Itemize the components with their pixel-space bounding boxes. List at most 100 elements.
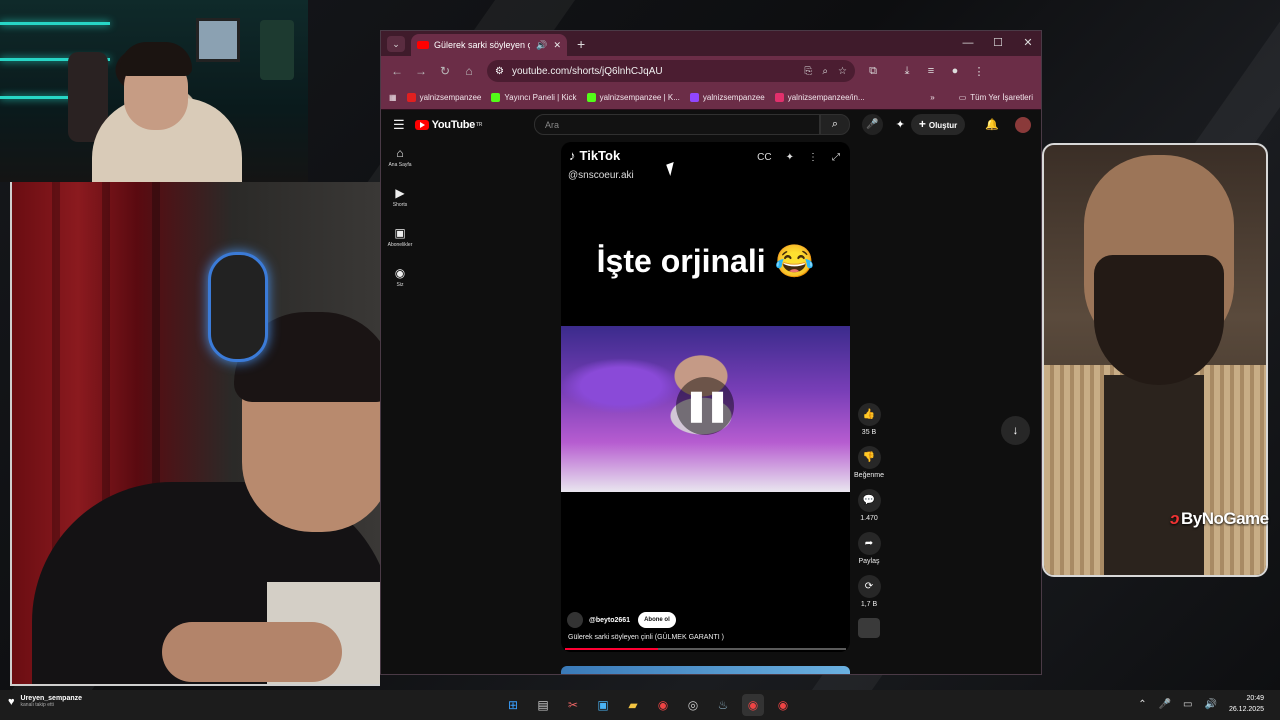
- tiktok-watermark: ♪ TikTok: [569, 148, 620, 163]
- speaker-icon[interactable]: 🔊: [536, 40, 547, 51]
- window-controls: — ☐ ✕: [953, 31, 1041, 56]
- arrow-down-icon: ↓: [1012, 423, 1019, 437]
- dislike-label: Beğenme: [854, 472, 884, 479]
- more-bookmarks-icon[interactable]: »: [930, 93, 934, 102]
- sidebar-item-subscriptions[interactable]: ▣ Abonelikler: [381, 226, 419, 248]
- ai-sparkle-icon[interactable]: ✦: [896, 118, 905, 131]
- bookmark-star-icon[interactable]: ☆: [838, 66, 847, 77]
- new-tab-button[interactable]: +: [577, 36, 585, 52]
- clock-time: 20:49: [1246, 695, 1264, 702]
- account-avatar[interactable]: [1015, 116, 1031, 133]
- create-button[interactable]: + Oluştur: [910, 114, 966, 135]
- comments-action[interactable]: 💬 1.470: [853, 489, 885, 522]
- url-text: youtube.com/shorts/jQ6lnhCJqAU: [511, 65, 663, 77]
- minimize-button[interactable]: —: [953, 31, 983, 56]
- bookmark-label: yalnizsempanzee/in...: [787, 93, 865, 102]
- twitch-favicon-icon: [689, 93, 699, 102]
- volume-icon[interactable]: 🔊: [1205, 699, 1217, 710]
- more-options-icon[interactable]: ⋮: [808, 152, 818, 163]
- photos-icon[interactable]: ▣: [592, 694, 614, 716]
- site-info-icon[interactable]: ⚙: [495, 66, 504, 77]
- bookmark-label: yalnizsempanzee: [702, 93, 765, 102]
- search-button[interactable]: ⌕: [820, 114, 850, 135]
- bookmark-item[interactable]: Yayıncı Paneli | Kick: [491, 93, 577, 102]
- tab-strip: ⌄ Gülerek sarki söyleyen çinli 🔊 ✕ + — ☐…: [381, 31, 1041, 56]
- pause-icon[interactable]: ❚❚: [676, 377, 734, 435]
- thumbs-down-icon: 👎: [857, 446, 881, 469]
- chrome-icon[interactable]: ◉: [652, 694, 674, 716]
- start-button[interactable]: ⊞: [502, 694, 524, 716]
- search-input[interactable]: Ara: [534, 114, 820, 135]
- zoom-icon[interactable]: ⌕: [822, 66, 828, 77]
- clock[interactable]: 20:49 26.12.2025: [1229, 693, 1264, 715]
- install-app-icon[interactable]: ⎘: [804, 66, 812, 77]
- apps-grid-icon[interactable]: ▦: [389, 93, 397, 102]
- menu-icon[interactable]: ⋮: [967, 65, 991, 78]
- forward-button[interactable]: →: [409, 64, 433, 78]
- obs-icon[interactable]: ◎: [682, 694, 704, 716]
- sidebar-item-home[interactable]: ⌂ Ana Sayfa: [381, 146, 419, 168]
- hamburger-menu-icon[interactable]: ☰: [393, 117, 405, 133]
- address-bar[interactable]: ⚙ youtube.com/shorts/jQ6lnhCJqAU ⎘ ⌕ ☆: [487, 60, 855, 82]
- reload-button[interactable]: ↻: [433, 64, 457, 78]
- bookmark-item[interactable]: yalnizsempanzee/in...: [774, 93, 865, 102]
- chrome-active-icon[interactable]: ◉: [742, 694, 764, 716]
- sidebar-item-shorts[interactable]: ▶ Shorts: [381, 186, 419, 208]
- tiktok-logo-icon: ♪: [569, 148, 576, 163]
- bookmark-item[interactable]: yalnizsempanzee | K...: [586, 93, 680, 102]
- task-view-icon[interactable]: ▤: [532, 694, 554, 716]
- tray-overflow-icon[interactable]: ⌃: [1138, 699, 1146, 710]
- subscribe-button[interactable]: Abone ol: [638, 612, 676, 628]
- network-icon[interactable]: ▭: [1183, 699, 1192, 710]
- ai-sparkle-icon[interactable]: ✦: [786, 152, 794, 163]
- youtube-logo[interactable]: YouTube TR: [414, 119, 483, 131]
- channel-avatar[interactable]: [567, 612, 583, 628]
- channel-name[interactable]: @beyto2661: [589, 617, 630, 624]
- all-bookmarks-label: Tüm Yer İşaretleri: [970, 93, 1033, 102]
- sound-thumbnail-image: [858, 618, 880, 638]
- share-action[interactable]: ➦ Paylaş: [853, 532, 885, 565]
- file-explorer-icon[interactable]: ▰: [622, 694, 644, 716]
- youtube-play-icon: [414, 120, 429, 130]
- sidebar-item-you[interactable]: ◉ Siz: [381, 266, 419, 288]
- next-short-preview: [561, 666, 850, 674]
- notifications-bell-icon[interactable]: 🔔: [985, 118, 999, 131]
- home-button[interactable]: ⌂: [457, 64, 481, 78]
- microphone-icon[interactable]: 🎤: [1159, 699, 1171, 710]
- chrome-profile-icon[interactable]: ◉: [772, 694, 794, 716]
- video-title[interactable]: Gülerek sarki söyleyen çinli (GÜLMEK GAR…: [568, 634, 724, 641]
- dislike-action[interactable]: 👎 Beğenme: [853, 446, 885, 479]
- extensions-icon[interactable]: ⧉: [861, 65, 885, 78]
- kick-favicon-icon: [491, 93, 501, 102]
- download-icon[interactable]: ⤓: [895, 65, 919, 78]
- follow-text: kanalı takip etti: [20, 702, 54, 708]
- all-bookmarks-folder[interactable]: ▭ Tüm Yer İşaretleri: [959, 93, 1033, 102]
- like-action[interactable]: 👍 35 B: [853, 403, 885, 436]
- profile-icon[interactable]: ●: [943, 65, 967, 78]
- close-tab-icon[interactable]: ✕: [553, 40, 561, 51]
- back-button[interactable]: ←: [385, 64, 409, 78]
- next-short-button[interactable]: ↓: [1001, 416, 1030, 445]
- maximize-button[interactable]: ☐: [983, 31, 1013, 56]
- voice-search-icon[interactable]: 🎤: [862, 114, 883, 135]
- stream-scene: ↄByNoGame ⌄ Gülerek sarki söyleyen çinli…: [0, 0, 1280, 690]
- snipping-tool-icon[interactable]: ✂: [562, 694, 584, 716]
- tab-search-button[interactable]: ⌄: [387, 35, 405, 52]
- country-code: TR: [475, 122, 483, 128]
- media-control-icon[interactable]: ≡: [919, 65, 943, 78]
- sound-thumbnail[interactable]: [853, 618, 885, 638]
- fullscreen-icon[interactable]: ⤢: [832, 152, 840, 163]
- steam-icon[interactable]: ♨: [712, 694, 734, 716]
- extension-area: ⧉ ⤓ ≡ ● ⋮: [861, 65, 991, 78]
- bookmark-item[interactable]: yalnizsempanzee: [406, 93, 481, 102]
- captions-icon[interactable]: CC: [757, 152, 771, 163]
- guest-video-left: [10, 182, 380, 686]
- windows-taskbar: ♥ Ureyen_sempanze kanalı takip etti ⊞ ▤ …: [0, 690, 1280, 720]
- close-window-button[interactable]: ✕: [1013, 31, 1041, 56]
- bookmark-item[interactable]: yalnizsempanzee: [689, 93, 765, 102]
- guest-beard: [1094, 255, 1224, 385]
- active-tab[interactable]: Gülerek sarki söyleyen çinli 🔊 ✕: [411, 34, 567, 56]
- progress-bar[interactable]: [565, 648, 846, 650]
- remix-action[interactable]: ⟳ 1,7 B: [853, 575, 885, 608]
- shorts-player[interactable]: ♪ TikTok @snscoeur.aki CC ✦ ⋮ ⤢ İşte orji…: [561, 142, 850, 652]
